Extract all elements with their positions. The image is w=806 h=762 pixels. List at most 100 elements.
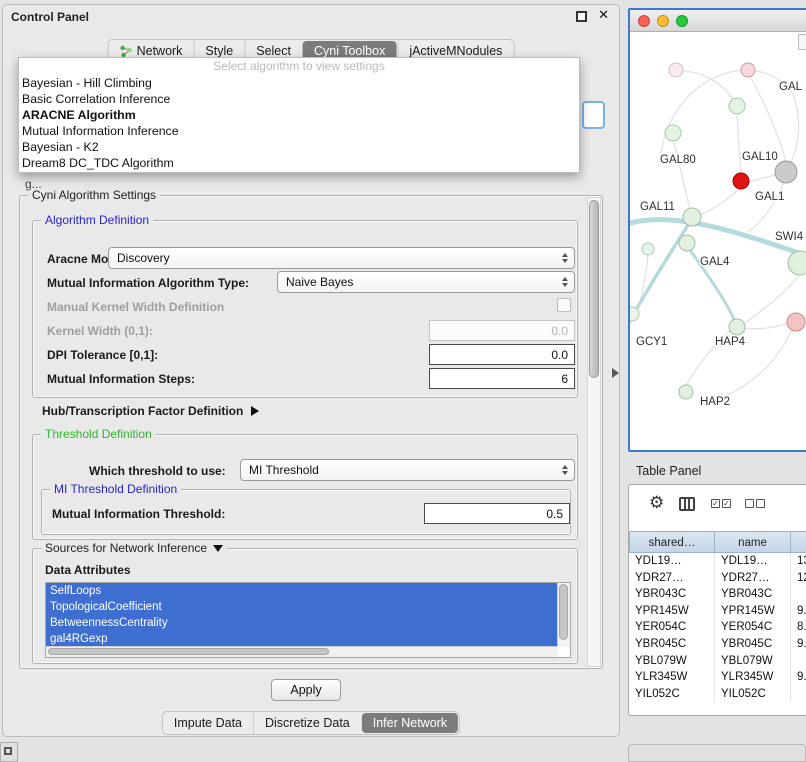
column-header-name[interactable]: name	[715, 531, 791, 553]
hub-definition-toggle[interactable]: Hub/Transcription Factor Definition	[42, 404, 259, 418]
traffic-lights	[638, 15, 688, 27]
settings-scrollbar[interactable]	[587, 197, 601, 667]
window-title: Control Panel	[11, 10, 89, 24]
dropdown-item-bayesian-hill-climbing[interactable]: Bayesian - Hill Climbing	[19, 75, 579, 91]
cell: YLR345W	[629, 669, 715, 686]
tab-discretize-data[interactable]: Discretize Data	[253, 712, 361, 734]
aracne-mode-combo[interactable]: Discovery	[108, 247, 575, 269]
network-node[interactable]	[642, 243, 654, 255]
table-row[interactable]: YBR045CYBR045C9.	[629, 636, 806, 653]
network-canvas[interactable]: GAL GAL80 GAL10 GAL11 GAL1 SWI4 GAL4 GCY…	[630, 32, 806, 452]
mi-steps-field[interactable]: 6	[429, 368, 575, 389]
threshold-definition-group: Threshold Definition Which threshold to …	[32, 434, 578, 540]
table-row[interactable]: YER054CYER054C8.	[629, 619, 806, 636]
network-node[interactable]	[669, 63, 683, 77]
gear-icon[interactable]: ⚙	[649, 493, 664, 513]
cell	[791, 586, 806, 603]
cell: YIL052C	[629, 686, 715, 703]
list-item[interactable]: SelfLoops	[46, 583, 557, 599]
network-node-selected[interactable]	[733, 173, 749, 189]
tab-label: Style	[205, 44, 233, 58]
attribute-list-vscrollbar-thumb[interactable]	[559, 584, 568, 640]
dpi-tolerance-label: DPI Tolerance [0,1]:	[47, 348, 158, 362]
list-item[interactable]: gal4RGexp	[46, 631, 557, 647]
table-row[interactable]: YPR145WYPR145W9.	[629, 603, 806, 620]
float-window-icon[interactable]	[576, 11, 587, 22]
tab-label: Network	[137, 44, 183, 58]
dpi-tolerance-field[interactable]: 0.0	[429, 344, 575, 365]
network-node[interactable]	[729, 98, 745, 114]
network-node[interactable]	[665, 125, 681, 141]
manual-kernel-checkbox[interactable]	[557, 298, 571, 312]
dropdown-item-dream8[interactable]: Dream8 DC_TDC Algorithm	[19, 155, 579, 171]
network-node[interactable]	[679, 385, 693, 399]
deselect-all-rows-icon[interactable]	[745, 499, 765, 508]
tab-label: Select	[256, 44, 291, 58]
tab-infer-network[interactable]: Infer Network	[362, 713, 458, 733]
network-node[interactable]	[630, 307, 639, 321]
table-row[interactable]: YBL079WYBL079W	[629, 653, 806, 670]
dropdown-item-basic-correlation[interactable]: Basic Correlation Inference	[19, 91, 579, 107]
cell: YDR27…	[715, 570, 791, 587]
cyni-algorithm-settings-group: Cyni Algorithm Settings Algorithm Defini…	[19, 195, 603, 669]
tab-label: Cyni Toolbox	[314, 44, 385, 58]
close-window-icon[interactable]: ✕	[598, 8, 609, 23]
network-node-label: HAP4	[715, 336, 746, 348]
network-node[interactable]	[683, 208, 701, 226]
collapsed-bottom-panel[interactable]	[628, 744, 806, 762]
select-all-rows-icon[interactable]: ✓✓	[711, 499, 731, 508]
table-row[interactable]: YIL052CYIL052C	[629, 686, 806, 703]
apply-button[interactable]: Apply	[271, 679, 341, 701]
table-row[interactable]: YLR345WYLR345W9.	[629, 669, 806, 686]
mi-type-combo[interactable]: Naive Bayes	[277, 271, 575, 293]
table-row[interactable]: YDL19…YDL19…13	[629, 553, 806, 570]
list-item[interactable]: BetweennessCentrality	[46, 615, 557, 631]
table-panel-window: ⚙ ✓✓ shared… name YDL19…YDL19…13 YDR27…Y…	[628, 484, 806, 716]
kernel-width-field[interactable]: 0.0	[429, 320, 575, 341]
mi-threshold-label: Mutual Information Threshold:	[52, 507, 225, 521]
tab-impute-data[interactable]: Impute Data	[163, 712, 253, 734]
algorithm-definition-title: Algorithm Definition	[41, 213, 153, 228]
mi-threshold-group-title: MI Threshold Definition	[50, 482, 181, 497]
network-node[interactable]	[775, 161, 797, 183]
splitter-collapse-arrow[interactable]	[612, 368, 619, 378]
attribute-list-hscrollbar-thumb[interactable]	[48, 648, 329, 655]
cell: YER054C	[715, 619, 791, 636]
which-threshold-combo[interactable]: MI Threshold	[240, 459, 575, 481]
network-node-label: GAL11	[640, 201, 675, 213]
dropdown-item-bayesian-k2[interactable]: Bayesian - K2	[19, 139, 579, 155]
manual-kernel-label: Manual Kernel Width Definition	[47, 300, 224, 314]
column-header-partial[interactable]	[791, 531, 806, 553]
network-node[interactable]	[788, 251, 806, 275]
close-traffic-light-icon[interactable]	[638, 15, 650, 27]
cell	[791, 686, 806, 703]
dropdown-placeholder: Select algorithm to view settings	[19, 58, 579, 75]
dropdown-item-aracne[interactable]: ARACNE Algorithm	[19, 107, 579, 123]
network-node[interactable]	[787, 313, 805, 331]
network-node[interactable]	[679, 235, 695, 251]
cell: YBR043C	[715, 586, 791, 603]
minimize-traffic-light-icon[interactable]	[657, 15, 669, 27]
table-row[interactable]: YBR043CYBR043C	[629, 586, 806, 603]
table-row[interactable]: YDR27…YDR27…12	[629, 570, 806, 587]
data-attributes-label: Data Attributes	[45, 563, 131, 577]
mi-threshold-field[interactable]: 0.5	[424, 503, 570, 524]
network-node[interactable]	[729, 319, 745, 335]
show-columns-icon[interactable]	[679, 497, 695, 511]
settings-scrollbar-thumb[interactable]	[589, 200, 599, 378]
column-header-shared-name[interactable]: shared…	[629, 531, 715, 553]
network-node[interactable]	[741, 63, 755, 77]
sources-toggle[interactable]: Sources for Network Inference	[41, 541, 227, 556]
list-item[interactable]: TopologicalCoefficient	[46, 599, 557, 615]
cell: 9.	[791, 603, 806, 620]
cell: YER054C	[629, 619, 715, 636]
attribute-list-hscrollbar[interactable]	[46, 646, 557, 657]
zoom-traffic-light-icon[interactable]	[676, 15, 688, 27]
table-body: YDL19…YDL19…13 YDR27…YDR27…12 YBR043CYBR…	[629, 553, 806, 702]
cell: YDL19…	[629, 553, 715, 570]
network-window-titlebar	[630, 10, 806, 32]
dropdown-item-mutual-information[interactable]: Mutual Information Inference	[19, 123, 579, 139]
algorithm-definition-group: Algorithm Definition Aracne Mode: Discov…	[32, 220, 578, 398]
minimized-panel-button[interactable]	[0, 742, 18, 762]
attribute-list-vscrollbar[interactable]	[557, 583, 570, 647]
